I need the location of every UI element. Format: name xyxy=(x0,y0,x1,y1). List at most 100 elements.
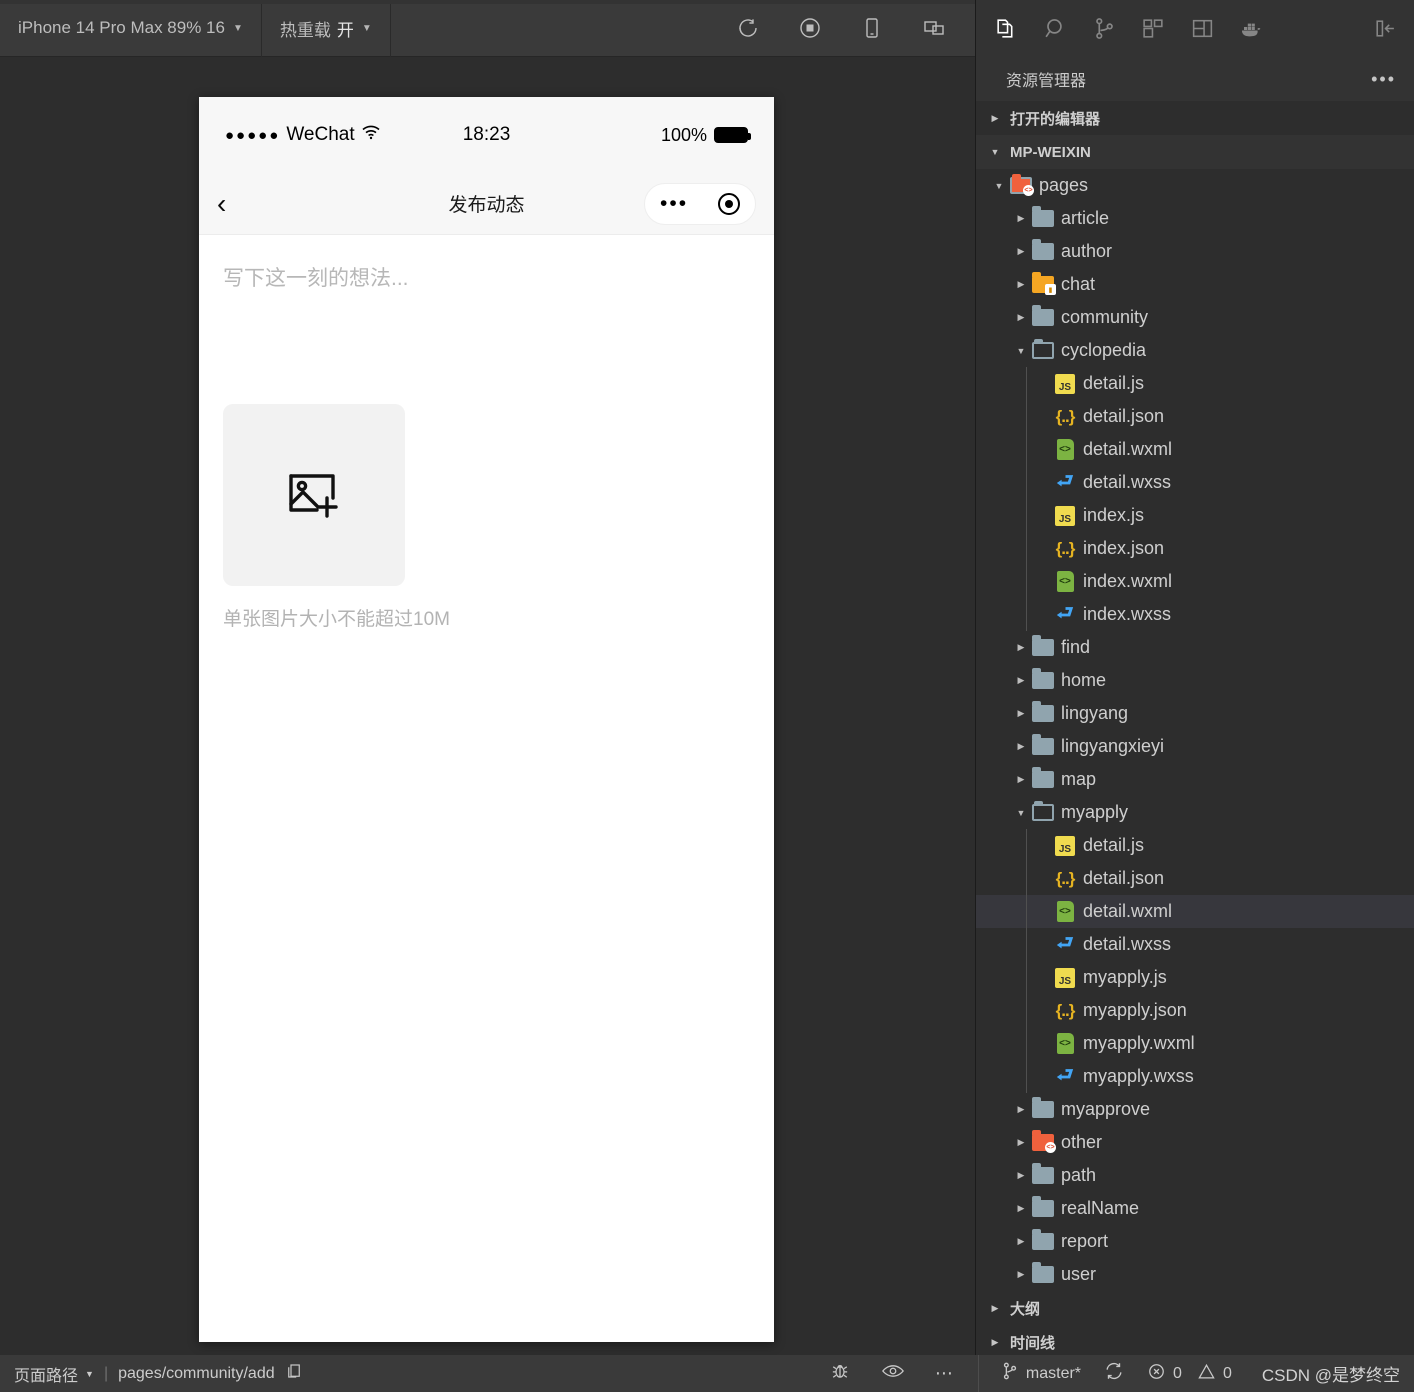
indent-guide xyxy=(1026,1060,1027,1093)
tree-item-myapply-wxml[interactable]: <> myapply.wxml xyxy=(976,1027,1414,1060)
device-icon[interactable] xyxy=(859,15,885,41)
tree-item-label: article xyxy=(1061,208,1110,228)
chevron-right-icon[interactable]: ▶ xyxy=(1012,1203,1030,1214)
tree-item-chat[interactable]: ▶ ▮ chat xyxy=(976,268,1414,301)
chevron-right-icon[interactable]: ▶ xyxy=(1012,675,1030,686)
chevron-right-icon[interactable]: ▶ xyxy=(1012,213,1030,224)
more-icon[interactable]: ⋯ xyxy=(935,1363,956,1384)
hot-reload-selector[interactable]: 热重载 开 ▼ xyxy=(262,0,391,57)
source-control-icon[interactable] xyxy=(1088,13,1120,45)
copy-icon[interactable] xyxy=(285,1362,303,1385)
explorer-tree[interactable]: 打开的编辑器 MP-WEIXIN ▼<>pages ▶ article ▶author… xyxy=(976,101,1414,1392)
chevron-right-icon[interactable]: ▶ xyxy=(1012,1104,1030,1115)
explorer-icon[interactable] xyxy=(990,13,1022,45)
tree-item-user[interactable]: ▶ user xyxy=(976,1258,1414,1291)
watermark-label: CSDN @是梦终空 xyxy=(1261,1366,1400,1385)
branch-indicator[interactable]: master* xyxy=(1001,1361,1081,1386)
indent-guide xyxy=(1026,532,1027,565)
tree-item-report[interactable]: ▶ report xyxy=(976,1225,1414,1258)
chevron-right-icon[interactable]: ▶ xyxy=(1012,312,1030,323)
tree-item-other[interactable]: ▶ <> other xyxy=(976,1126,1414,1159)
more-icon[interactable]: ••• xyxy=(1371,70,1396,88)
tree-item-myapply-wxss[interactable]: ⮐ myapply.wxss xyxy=(976,1060,1414,1093)
chevron-right-icon[interactable]: ▶ xyxy=(1012,246,1030,257)
status-bar-divider xyxy=(977,1355,979,1392)
chevron-right-icon[interactable]: ▶ xyxy=(1012,1137,1030,1148)
chevron-down-icon[interactable]: ▼ xyxy=(1012,346,1030,356)
tree-item-article[interactable]: ▶ article xyxy=(976,202,1414,235)
folder-icon: ▮ xyxy=(1032,272,1056,295)
bug-icon[interactable] xyxy=(829,1360,851,1387)
chevron-right-icon[interactable]: ▶ xyxy=(1012,279,1030,290)
tree-item-index-wxss[interactable]: ⮐ index.wxss xyxy=(976,598,1414,631)
tree-item-detail-wxss[interactable]: ⮐ detail.wxss xyxy=(976,928,1414,961)
search-icon[interactable] xyxy=(1039,13,1071,45)
explorer-title-label: 资源管理器 xyxy=(1006,73,1087,90)
chevron-right-icon[interactable]: ▶ xyxy=(1012,1170,1030,1181)
chevron-right-icon[interactable]: ▶ xyxy=(1012,1236,1030,1247)
section-workspace[interactable]: MP-WEIXIN xyxy=(976,135,1414,169)
folder-icon xyxy=(1032,339,1054,359)
wechat-capsule[interactable]: ••• xyxy=(644,182,756,225)
device-selector[interactable]: iPhone 14 Pro Max 89% 16 ▼ xyxy=(0,0,262,57)
tree-item-myapprove[interactable]: ▶ myapprove xyxy=(976,1093,1414,1126)
chevron-down-icon[interactable]: ▼ xyxy=(990,181,1008,191)
tree-item-myapply[interactable]: ▼ myapply xyxy=(976,796,1414,829)
tree-item-community[interactable]: ▶ community xyxy=(976,301,1414,334)
tree-item-detail-wxss[interactable]: ⮐ detail.wxss xyxy=(976,466,1414,499)
capsule-more-icon[interactable]: ••• xyxy=(660,193,688,214)
tree-item-detail-json[interactable]: {..} detail.json xyxy=(976,400,1414,433)
page-path-selector[interactable]: 页面路径 ▼ xyxy=(14,1362,94,1386)
problems-indicator[interactable]: 0 0 xyxy=(1147,1362,1232,1386)
docker-icon[interactable] xyxy=(1235,13,1267,45)
chevron-left-icon[interactable]: ‹ xyxy=(217,189,251,218)
tree-item-label: find xyxy=(1061,637,1091,657)
indent-guide xyxy=(1026,565,1027,598)
tree-item-detail-js[interactable]: JS detail.js xyxy=(976,367,1414,400)
phone-content: 写下这一刻的想法... 单张图片大小不能超过10M xyxy=(199,235,774,1342)
tree-item-realname[interactable]: ▶ realName xyxy=(976,1192,1414,1225)
tree-item-cyclopedia[interactable]: ▼ cyclopedia xyxy=(976,334,1414,367)
tree-item-label: detail.wxss xyxy=(1083,472,1172,492)
extensions-icon[interactable] xyxy=(1137,13,1169,45)
tree-item-detail-wxml[interactable]: <> detail.wxml xyxy=(976,895,1414,928)
tree-item-myapply-js[interactable]: JS myapply.js xyxy=(976,961,1414,994)
tree-item-index-wxml[interactable]: <> index.wxml xyxy=(976,565,1414,598)
compose-input[interactable]: 写下这一刻的想法... xyxy=(223,265,750,292)
target-icon[interactable] xyxy=(718,192,741,215)
collapse-sidebar-icon[interactable] xyxy=(1368,13,1400,45)
section-open-editors[interactable]: 打开的编辑器 xyxy=(976,101,1414,135)
chevron-down-icon[interactable]: ▼ xyxy=(1012,808,1030,818)
chevron-right-icon[interactable]: ▶ xyxy=(1012,708,1030,719)
chevron-right-icon[interactable]: ▶ xyxy=(1012,1269,1030,1280)
tree-item-label: community xyxy=(1061,307,1149,327)
multi-window-icon[interactable] xyxy=(921,15,947,41)
tree-item-index-js[interactable]: JS index.js xyxy=(976,499,1414,532)
tree-item-map[interactable]: ▶ map xyxy=(976,763,1414,796)
chevron-right-icon[interactable]: ▶ xyxy=(1012,774,1030,785)
tree-item-home[interactable]: ▶ home xyxy=(976,664,1414,697)
editor-layout-icon[interactable] xyxy=(1186,13,1218,45)
tree-item-path[interactable]: ▶ path xyxy=(976,1159,1414,1192)
tree-item-detail-json[interactable]: {..} detail.json xyxy=(976,862,1414,895)
tree-item-detail-js[interactable]: JS detail.js xyxy=(976,829,1414,862)
tree-item-detail-wxml[interactable]: <> detail.wxml xyxy=(976,433,1414,466)
tree-item-find[interactable]: ▶ find xyxy=(976,631,1414,664)
refresh-icon[interactable] xyxy=(735,15,761,41)
tree-item-lingyang[interactable]: ▶ lingyang xyxy=(976,697,1414,730)
tree-item-lingyangxieyi[interactable]: ▶ lingyangxieyi xyxy=(976,730,1414,763)
sync-icon[interactable] xyxy=(1103,1360,1125,1387)
chevron-right-icon[interactable]: ▶ xyxy=(1012,741,1030,752)
indent-guide xyxy=(1026,994,1027,1027)
stop-record-icon[interactable] xyxy=(797,15,823,41)
eye-icon[interactable] xyxy=(881,1360,905,1387)
tree-item-pages[interactable]: ▼ <> pages xyxy=(976,169,1414,202)
tree-item-index-json[interactable]: {..} index.json xyxy=(976,532,1414,565)
chevron-down-icon xyxy=(988,147,1002,157)
add-image-button[interactable] xyxy=(223,404,405,587)
tree-item-myapply-json[interactable]: {..} myapply.json xyxy=(976,994,1414,1027)
section-timeline[interactable]: 时间线 xyxy=(976,1325,1414,1359)
tree-item-author[interactable]: ▶ author xyxy=(976,235,1414,268)
chevron-right-icon[interactable]: ▶ xyxy=(1012,642,1030,653)
section-outline[interactable]: 大纲 xyxy=(976,1291,1414,1325)
